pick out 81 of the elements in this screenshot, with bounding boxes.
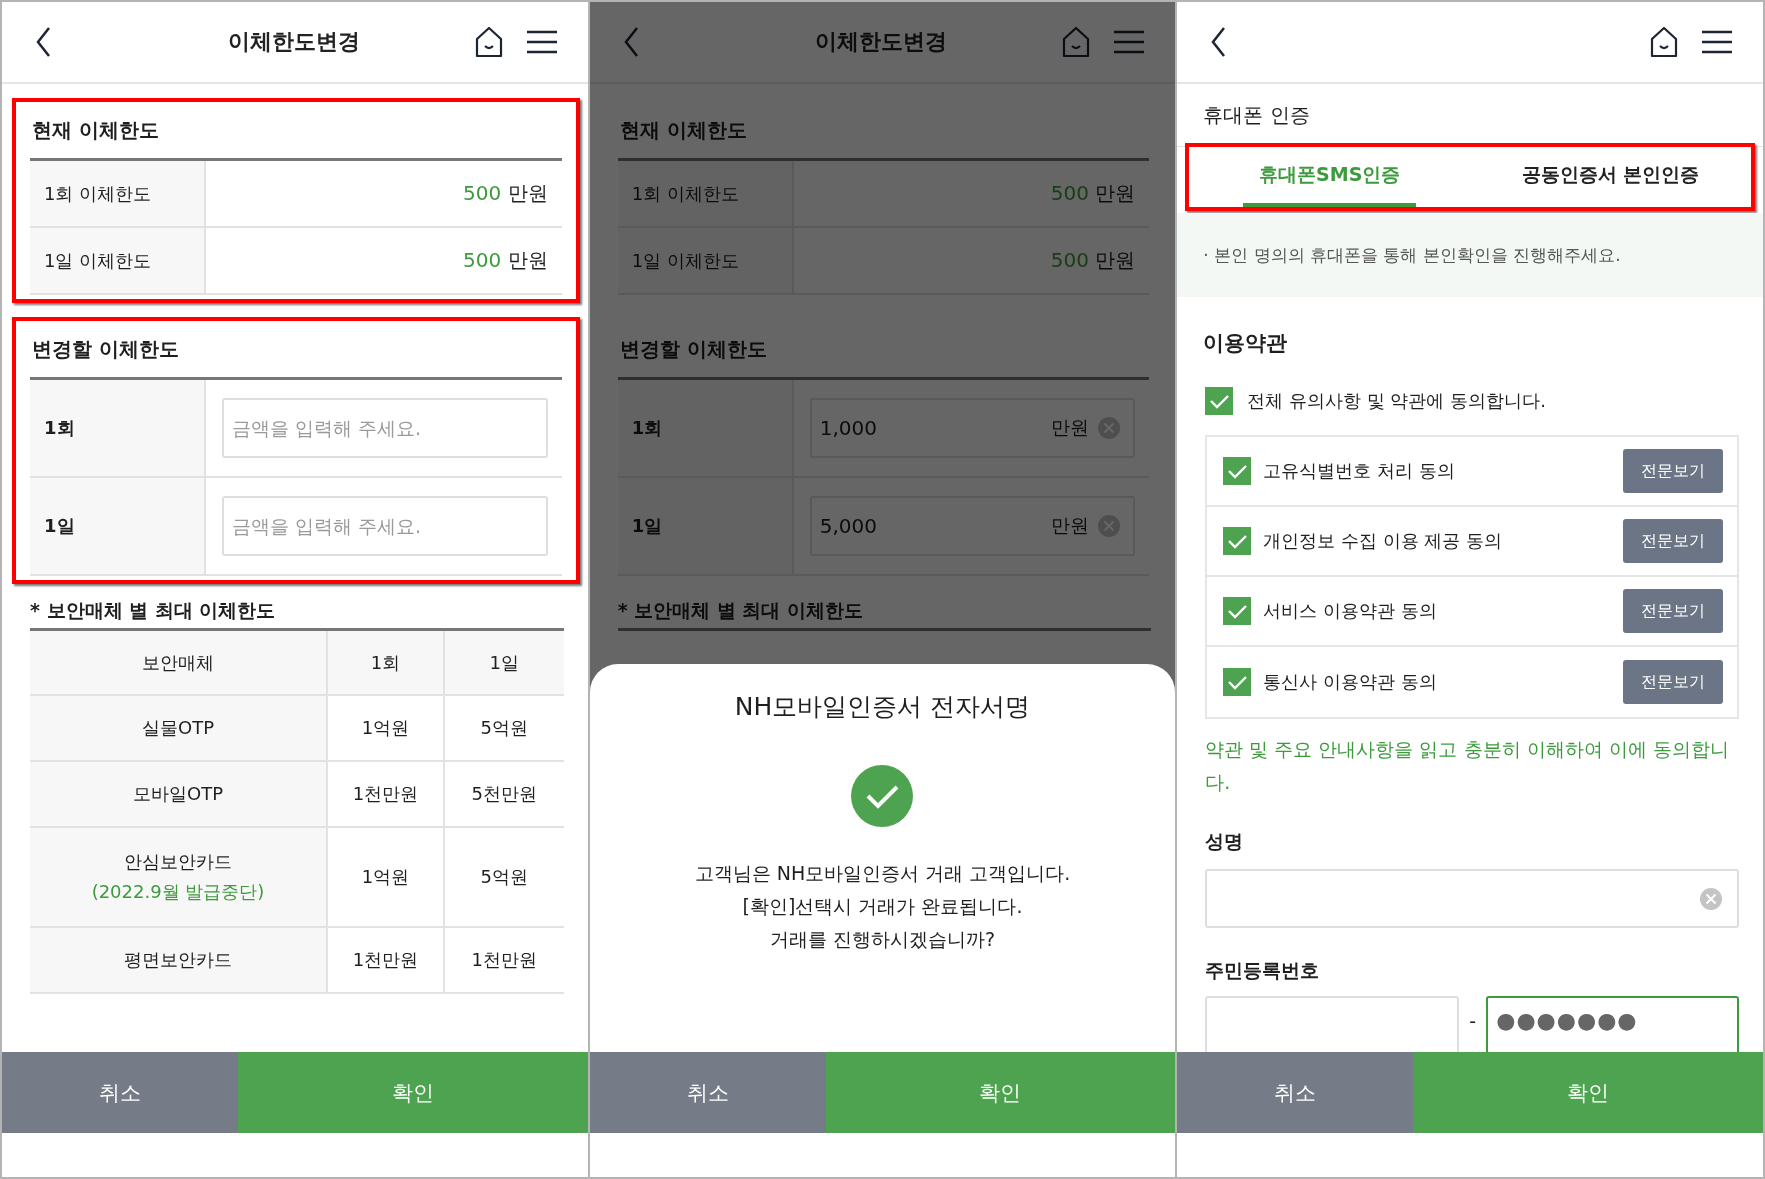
amount-field[interactable]: 1,000 만원 bbox=[809, 398, 1136, 458]
menu-icon[interactable] bbox=[525, 30, 558, 54]
confirm-button[interactable]: 확인 bbox=[238, 1052, 588, 1133]
tab[interactable]: 휴대폰SMS인증 bbox=[1243, 147, 1417, 207]
column-header: 1일 bbox=[488, 650, 521, 675]
unit-label: 만원 bbox=[1051, 513, 1090, 538]
section-title: 현재 이체한도 bbox=[618, 116, 748, 144]
name-field[interactable] bbox=[1205, 869, 1739, 928]
status-note: (2022.9월 발급중단) bbox=[91, 880, 265, 904]
table-cell-text: 5억원 bbox=[479, 716, 530, 740]
confirm-button[interactable]: 확인 bbox=[825, 1052, 1176, 1133]
checkbox-label: 개인정보 수집 이용 제공 동의 bbox=[1263, 529, 1504, 553]
message-text: 거래를 진행하시겠습니까? bbox=[768, 927, 997, 952]
table-cell: 1억원 bbox=[328, 696, 445, 760]
checkbox-label: 고유식별번호 처리 동의 bbox=[1263, 459, 1456, 483]
message-text: 고객님은 NH모바일인증서 거래 고객입니다. bbox=[694, 861, 1071, 886]
checkbox[interactable] bbox=[1223, 457, 1252, 485]
menu-icon[interactable] bbox=[1701, 30, 1733, 54]
view-button[interactable]: 전문보기 bbox=[1623, 660, 1723, 704]
table-cell: 1천만원 bbox=[328, 762, 445, 826]
table-title: * 보안매체 별 최대 이체한도 bbox=[617, 598, 865, 623]
checkbox-label: 통신사 이용약관 동의 bbox=[1263, 670, 1438, 694]
row-label: 1일 bbox=[30, 478, 206, 574]
row-label: 1일 이체한도 bbox=[30, 228, 206, 293]
id-field[interactable] bbox=[1205, 996, 1460, 1052]
sheet-title: NH모바일인증서 전자서명 bbox=[734, 691, 1031, 723]
table-cell-text: 5억원 bbox=[479, 865, 530, 889]
column-header: 보안매체 bbox=[30, 631, 328, 694]
amount-text: 500 만원 bbox=[1050, 247, 1136, 274]
agreement-note: 약관 및 주요 안내사항을 읽고 충분히 이해하여 이에 동의합니다. bbox=[1205, 737, 1730, 795]
column-header: 1회 bbox=[328, 631, 445, 694]
cancel-button[interactable]: 취소 bbox=[1177, 1052, 1414, 1133]
table-cell: 모바일OTP bbox=[30, 762, 328, 826]
checkbox[interactable] bbox=[1223, 597, 1252, 625]
cell-text: 안심보안카드 bbox=[124, 850, 232, 874]
section-title: 현재 이체한도 bbox=[31, 116, 160, 144]
amount-text: 500 만원 bbox=[463, 247, 548, 274]
field-value: 5,000 bbox=[819, 514, 878, 538]
field-label: 성명 bbox=[1205, 829, 1245, 854]
table-cell-text: 1천만원 bbox=[470, 948, 539, 972]
tab[interactable]: 공동인증서 본인인증 bbox=[1505, 147, 1716, 207]
confirm-button[interactable]: 확인 bbox=[1413, 1052, 1763, 1133]
checkbox[interactable] bbox=[1223, 527, 1252, 555]
page-title: 이체한도변경 bbox=[227, 28, 360, 56]
section-title: 휴대폰 인증 bbox=[1203, 101, 1310, 129]
amount-field[interactable]: 5,000 만원 bbox=[809, 496, 1136, 556]
table-cell: 1천만원 bbox=[328, 928, 445, 992]
page-title: 이체한도변경 bbox=[815, 28, 948, 56]
check-circle-icon bbox=[851, 765, 914, 827]
checkbox-label: 서비스 이용약관 동의 bbox=[1263, 599, 1438, 623]
home-icon[interactable] bbox=[1649, 26, 1679, 58]
message-text: [확인]선택시 거래가 완료됩니다. bbox=[741, 894, 1024, 919]
checkbox-label: 전체 유의사항 및 약관에 동의합니다. bbox=[1247, 389, 1546, 413]
table-cell: 실물OTP bbox=[30, 696, 328, 760]
amount-input[interactable]: 금액을 입력해 주세요. bbox=[222, 496, 548, 556]
view-button[interactable]: 전문보기 bbox=[1623, 589, 1723, 633]
checkbox[interactable] bbox=[1223, 668, 1252, 696]
cancel-button[interactable]: 취소 bbox=[589, 1052, 826, 1133]
section-title: 변경할 이체한도 bbox=[618, 335, 768, 363]
row-label: 1회 bbox=[30, 380, 206, 476]
table-title: * 보안매체 별 최대 이체한도 bbox=[30, 598, 277, 623]
amount-input[interactable]: 금액을 입력해 주세요. bbox=[222, 398, 548, 458]
amount-text: 500 만원 bbox=[1050, 180, 1136, 207]
unit-label: 만원 bbox=[1051, 415, 1090, 440]
table-cell-text: 5천만원 bbox=[470, 782, 539, 806]
section-title: 변경할 이체한도 bbox=[31, 335, 180, 363]
row-label: 1회 이체한도 bbox=[30, 161, 206, 226]
field-value: 1,000 bbox=[819, 416, 878, 440]
home-icon[interactable] bbox=[473, 26, 504, 58]
section-title: 이용약관 bbox=[1203, 330, 1289, 357]
view-button[interactable]: 전문보기 bbox=[1623, 449, 1723, 493]
notice-text: · 본인 명의의 휴대폰을 통해 본인확인을 진행해주세요. bbox=[1203, 243, 1621, 267]
clear-icon[interactable] bbox=[1699, 886, 1723, 911]
cancel-button[interactable]: 취소 bbox=[2, 1052, 238, 1133]
table-cell: 1억원 bbox=[328, 828, 445, 926]
dash-text: - bbox=[1468, 1009, 1478, 1032]
amount-text: 500 만원 bbox=[463, 180, 548, 207]
view-button[interactable]: 전문보기 bbox=[1623, 519, 1723, 563]
table-cell: 평면보안카드 bbox=[30, 928, 328, 992]
field-label: 주민등록번호 bbox=[1205, 958, 1321, 983]
checkbox[interactable] bbox=[1205, 387, 1234, 415]
